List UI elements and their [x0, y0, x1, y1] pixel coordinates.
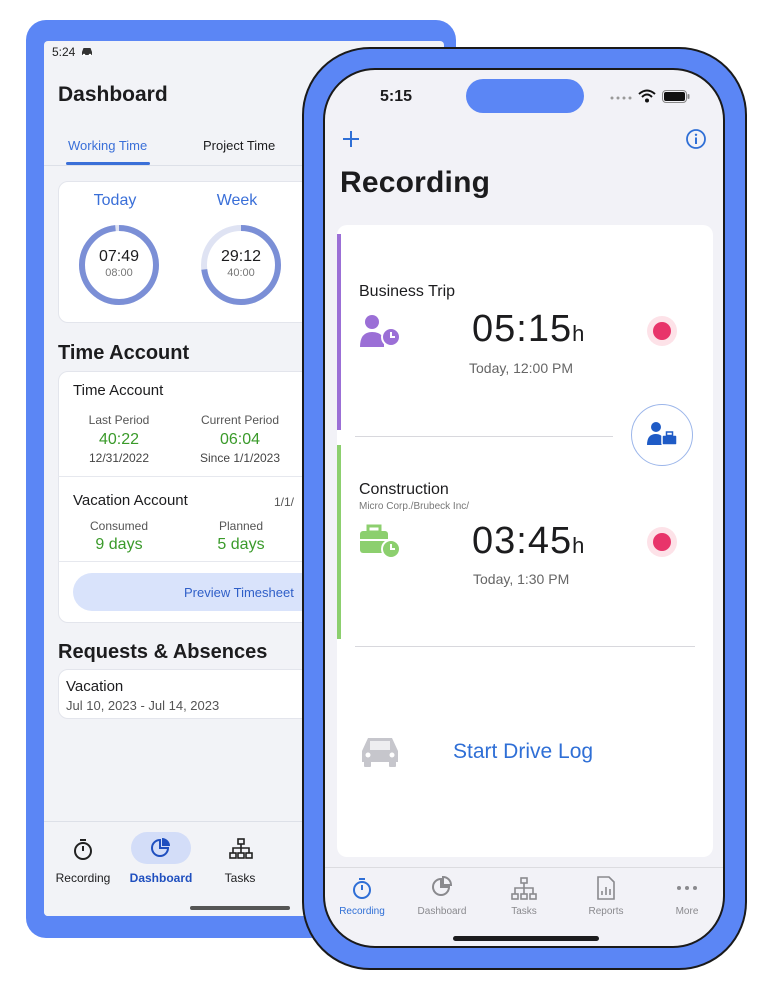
record-dot [653, 533, 671, 551]
last-period-value: 40:22 [98, 431, 140, 448]
request-dates: Jul 10, 2023 - Jul 14, 2023 [66, 698, 220, 713]
business-trip-date: Today, 12:00 PM [469, 360, 574, 376]
entry-divider [355, 436, 613, 437]
iphone-nav-dashboard-label: Dashboard [417, 906, 467, 917]
iphone-nav-tasks[interactable] [511, 877, 537, 901]
today-value: 07:49 [98, 248, 140, 265]
switch-activity-button[interactable] [631, 404, 693, 466]
business-trip-duration: 05:15h [472, 308, 585, 351]
business-trip-title: Business Trip [359, 283, 456, 300]
vacation-account-date: 1/1/ [274, 495, 295, 509]
construction-record-button[interactable] [647, 527, 677, 557]
iphone-nav-tasks-label: Tasks [511, 906, 537, 917]
dashboard-title: Dashboard [58, 83, 168, 106]
car-icon [358, 734, 402, 768]
battery-icon [662, 90, 690, 103]
week-label: Week [216, 192, 258, 209]
time-account-heading: Time Account [58, 342, 190, 364]
construction-subtitle: Micro Corp./Brubeck Inc/ [359, 501, 470, 512]
construction-title: Construction [359, 481, 449, 498]
iphone-status-time: 5:15 [380, 88, 413, 105]
business-trip-color-bar [337, 234, 341, 430]
stopwatch-icon [353, 878, 371, 899]
consumed-label: Consumed [89, 519, 149, 533]
dynamic-island [466, 79, 584, 113]
android-nav-tasks[interactable] [229, 838, 253, 860]
wifi-icon [638, 89, 656, 103]
iphone-nav-reports[interactable] [596, 876, 616, 900]
android-home-indicator[interactable] [190, 906, 290, 910]
week-target: 40:00 [227, 267, 255, 279]
today-label: Today [93, 192, 137, 209]
start-drive-log-button[interactable]: Start Drive Log [453, 740, 593, 764]
person-briefcase-icon [647, 422, 678, 446]
pie-chart-icon [151, 838, 170, 857]
iphone-nav-reports-label: Reports [588, 906, 624, 917]
more-icon [677, 886, 697, 890]
pie-chart-icon [432, 876, 453, 896]
construction-duration: 03:45h [472, 520, 585, 563]
info-icon[interactable] [686, 129, 706, 149]
business-trip-time: 05:15 [472, 308, 573, 350]
current-period-date: Since 1/1/2023 [199, 451, 281, 465]
stopwatch-icon [74, 839, 92, 860]
hierarchy-icon [511, 877, 537, 900]
vacation-account-title: Vacation Account [73, 492, 188, 509]
planned-label: Planned [218, 519, 264, 533]
business-trip-unit: h [572, 321, 586, 346]
current-period-label: Current Period [200, 413, 280, 427]
today-target: 08:00 [105, 267, 133, 279]
iphone-nav-dashboard[interactable] [431, 876, 453, 898]
car-status-icon [80, 45, 94, 57]
construction-color-bar [337, 445, 341, 639]
android-nav-recording-label: Recording [55, 871, 111, 885]
tab-working-time[interactable]: Working Time [68, 138, 147, 153]
iphone-screen: 5:15 Recording Business Trip 05:15h Toda… [323, 68, 725, 948]
requests-heading: Requests & Absences [58, 641, 268, 663]
signal-dots-icon [610, 95, 632, 101]
recording-title: Recording [340, 166, 491, 199]
business-trip-record-button[interactable] [647, 316, 677, 346]
android-nav-recording[interactable] [72, 837, 94, 861]
iphone-nav-more-label: More [675, 906, 699, 917]
briefcase-clock-icon [358, 523, 402, 559]
record-dot [653, 322, 671, 340]
person-clock-icon [358, 313, 402, 349]
hierarchy-icon [229, 838, 253, 859]
consumed-value: 9 days [95, 536, 143, 553]
iphone-nav-more[interactable] [676, 885, 698, 891]
construction-unit: h [572, 533, 586, 558]
report-icon [597, 876, 615, 900]
iphone-nav-recording[interactable] [351, 876, 373, 900]
last-period-date: 12/31/2022 [88, 451, 150, 465]
iphone-home-indicator[interactable] [453, 936, 599, 941]
tab-project-time[interactable]: Project Time [203, 138, 275, 153]
android-nav-tasks-label: Tasks [224, 871, 256, 885]
iphone-nav-recording-label: Recording [339, 906, 385, 917]
planned-value: 5 days [217, 536, 265, 553]
construction-time: 03:45 [472, 520, 573, 562]
construction-date: Today, 1:30 PM [473, 571, 570, 587]
preview-timesheet-label: Preview Timesheet [184, 585, 294, 600]
android-nav-dashboard-label: Dashboard [129, 871, 193, 885]
time-account-title: Time Account [73, 382, 164, 399]
android-status-time: 5:24 [52, 45, 76, 59]
week-value: 29:12 [220, 248, 262, 265]
entry-divider [355, 646, 695, 647]
tab-bar-divider [325, 867, 723, 868]
plus-icon[interactable] [342, 130, 360, 148]
current-period-value: 06:04 [219, 431, 261, 448]
request-title: Vacation [66, 678, 124, 695]
android-nav-dashboard[interactable] [131, 832, 191, 864]
last-period-label: Last Period [88, 413, 150, 427]
